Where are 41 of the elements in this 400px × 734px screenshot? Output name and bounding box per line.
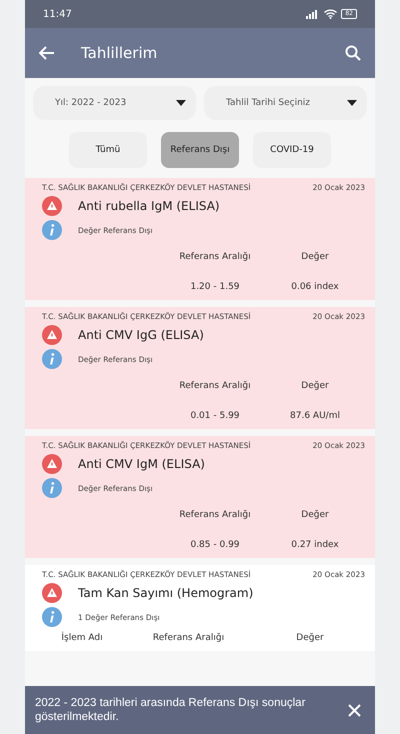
snackbar-message: 2022 - 2023 tarihleri arasında Referans Dışı sonuçlar gösterilmektedir. bbox=[35, 696, 306, 724]
clock: 11:47 bbox=[43, 8, 72, 20]
info-icon bbox=[42, 349, 62, 369]
test-name: Anti CMV IgG (ELISA) bbox=[78, 328, 204, 342]
column-header: Değer bbox=[300, 510, 330, 520]
close-icon[interactable] bbox=[348, 704, 361, 716]
column-header: Referans Aralığı bbox=[152, 633, 226, 643]
table-cell-text: 0.06 index bbox=[290, 282, 340, 292]
test-name: Anti rubella IgM (ELISA) bbox=[78, 199, 220, 213]
column-header: İşlem Adı bbox=[60, 633, 104, 643]
test-name: Anti CMV IgM (ELISA) bbox=[78, 457, 205, 471]
caret-icon bbox=[176, 100, 186, 106]
back-arrow-icon[interactable] bbox=[39, 46, 55, 60]
warning-icon bbox=[42, 454, 62, 474]
filter-tab[interactable]: Referans Dışı bbox=[161, 132, 239, 168]
column-header: Değer bbox=[300, 252, 330, 262]
filter-dropdown[interactable]: Yıl: 2022 - 2023 bbox=[33, 86, 196, 120]
column-header: Referans Aralığı bbox=[178, 252, 252, 262]
caret-icon bbox=[347, 100, 357, 106]
info-icon bbox=[42, 478, 62, 498]
column-header: Referans Aralığı bbox=[178, 510, 252, 520]
filter-tab[interactable]: COVID-19 bbox=[253, 132, 331, 168]
column-header: Değer bbox=[295, 633, 325, 643]
table-cell-text: 1.20 - 1.59 bbox=[189, 282, 241, 292]
info-icon bbox=[42, 220, 62, 240]
info-icon bbox=[42, 607, 62, 627]
table-cell-text: 0.01 - 5.99 bbox=[189, 411, 241, 421]
filter-tab[interactable]: Tümü bbox=[69, 132, 147, 168]
warning-icon bbox=[42, 583, 62, 603]
test-name: Tam Kan Sayımı (Hemogram) bbox=[78, 586, 254, 600]
table-cell-text: 0.27 index bbox=[290, 540, 340, 550]
column-header: Referans Aralığı bbox=[178, 381, 252, 391]
table-cell-text: 87.6 AU/ml bbox=[289, 411, 341, 421]
warning-icon bbox=[42, 325, 62, 345]
page-title: Tahlillerim bbox=[81, 44, 158, 62]
search-icon[interactable] bbox=[345, 45, 361, 61]
wifi-icon bbox=[324, 9, 338, 19]
filter-dropdown[interactable]: Tahlil Tarihi Seçiniz bbox=[204, 86, 367, 120]
table-cell-text: 0.85 - 0.99 bbox=[189, 540, 241, 550]
column-header: Değer bbox=[300, 381, 330, 391]
warning-icon bbox=[42, 196, 62, 216]
